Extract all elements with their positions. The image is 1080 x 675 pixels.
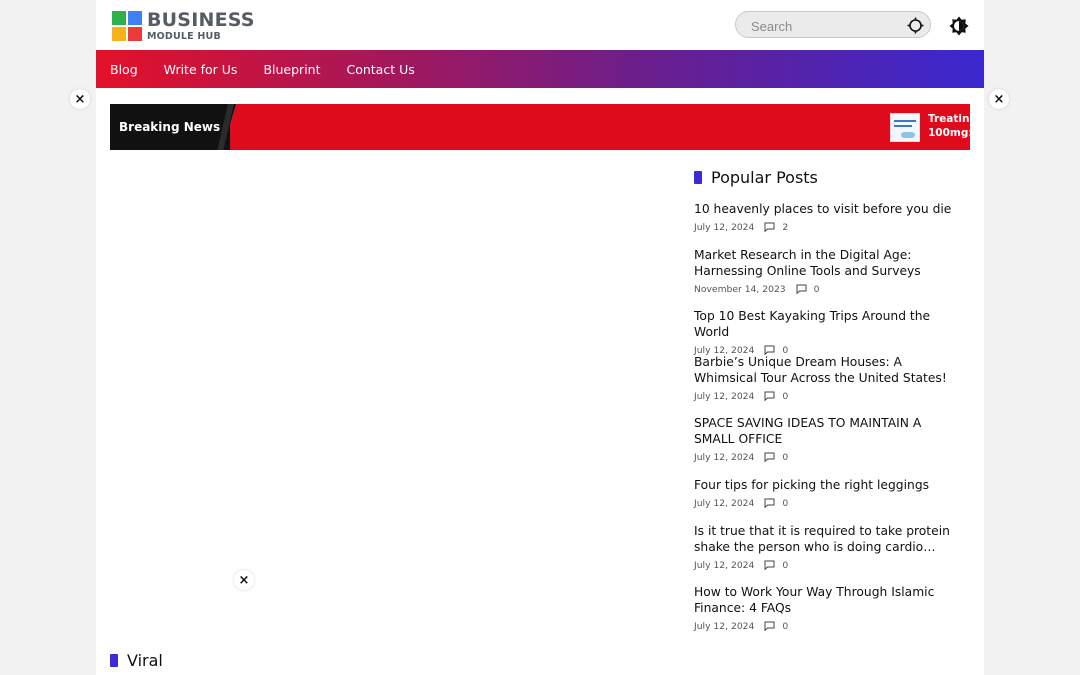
post-title-link[interactable]: SPACE SAVING IDEAS TO MAINTAIN A SMALL O… <box>694 415 964 447</box>
search-input[interactable] <box>749 16 903 36</box>
close-ad-right-button[interactable]: × <box>989 89 1009 109</box>
post-date: July 12, 2024 <box>694 390 755 402</box>
comment-icon <box>764 222 775 232</box>
popular-post-item: Top 10 Best Kayaking Trips Around the Wo… <box>694 308 964 357</box>
post-date: July 12, 2024 <box>694 221 755 233</box>
ticker-line-1: Treating <box>928 113 970 125</box>
nav-item-write-for-us[interactable]: Write for Us <box>164 62 238 77</box>
post-title-link[interactable]: How to Work Your Way Through Islamic Fin… <box>694 584 964 616</box>
logo-mark-icon <box>112 10 143 42</box>
post-date: July 12, 2024 <box>694 497 755 509</box>
post-comment-count[interactable]: 2 <box>782 222 788 233</box>
logo-text-line1: BUSINESS <box>147 8 255 31</box>
post-comment-count[interactable]: 0 <box>782 391 788 402</box>
post-title-link[interactable]: Four tips for picking the right leggings <box>694 477 964 493</box>
search-box <box>735 11 931 38</box>
search-icon[interactable] <box>907 17 924 34</box>
post-title-link[interactable]: 10 heavenly places to visit before you d… <box>694 201 964 217</box>
nav-item-blueprint[interactable]: Blueprint <box>263 62 320 77</box>
comment-icon <box>764 452 775 462</box>
ticker-thumbnail[interactable] <box>890 113 920 142</box>
main-nav: Blog Write for Us Blueprint Contact Us <box>96 50 984 88</box>
popular-post-item: 10 heavenly places to visit before you d… <box>694 201 964 234</box>
post-comment-count[interactable]: 0 <box>782 498 788 509</box>
popular-post-item: Market Research in the Digital Age: Harn… <box>694 247 964 296</box>
comment-icon <box>764 621 775 631</box>
comment-icon <box>764 560 775 570</box>
popular-post-item: How to Work Your Way Through Islamic Fin… <box>694 584 964 633</box>
ticker-headline[interactable]: Treating 100mg: V <box>928 112 970 142</box>
close-ad-bottom-button[interactable]: × <box>234 570 254 590</box>
popular-posts-heading: Popular Posts <box>694 168 818 187</box>
nav-item-contact-us[interactable]: Contact Us <box>346 62 414 77</box>
post-title-link[interactable]: Is it true that it is required to take p… <box>694 523 964 555</box>
post-date: July 12, 2024 <box>694 559 755 571</box>
viral-heading: Viral <box>110 651 163 670</box>
ticker-line-2: 100mg: V <box>928 127 970 139</box>
post-date: July 12, 2024 <box>694 620 755 632</box>
post-comment-count[interactable]: 0 <box>782 621 788 632</box>
post-title-link[interactable]: Market Research in the Digital Age: Harn… <box>694 247 964 279</box>
close-ad-left-button[interactable]: × <box>70 89 90 109</box>
comment-icon <box>764 391 775 401</box>
popular-posts-title: Popular Posts <box>711 168 818 187</box>
post-title-link[interactable]: Top 10 Best Kayaking Trips Around the Wo… <box>694 308 964 340</box>
heading-accent-bar <box>110 654 118 667</box>
popular-post-item: Barbie’s Unique Dream Houses: A Whimsica… <box>694 354 964 403</box>
heading-accent-bar <box>694 171 702 184</box>
nav-item-blog[interactable]: Blog <box>110 62 138 77</box>
popular-post-item: Is it true that it is required to take p… <box>694 523 964 572</box>
page: BUSINESS MODULE HUB Blog Write for Us Bl… <box>96 0 984 675</box>
post-title-link[interactable]: Barbie’s Unique Dream Houses: A Whimsica… <box>694 354 964 386</box>
theme-toggle-icon[interactable] <box>949 16 969 36</box>
breaking-news-bar: Breaking News Treating 100mg: V <box>110 104 970 150</box>
comment-icon <box>764 498 775 508</box>
post-comment-count[interactable]: 0 <box>814 284 820 295</box>
comment-icon <box>796 284 807 294</box>
post-comment-count[interactable]: 0 <box>782 560 788 571</box>
post-date: November 14, 2023 <box>694 283 786 295</box>
popular-post-item: SPACE SAVING IDEAS TO MAINTAIN A SMALL O… <box>694 415 964 464</box>
breaking-news-label: Breaking News <box>110 104 230 150</box>
popular-post-item: Four tips for picking the right leggings… <box>694 477 964 510</box>
viral-title: Viral <box>127 651 163 670</box>
site-logo[interactable]: BUSINESS MODULE HUB <box>112 10 255 42</box>
logo-text-line2: MODULE HUB <box>147 30 221 42</box>
post-date: July 12, 2024 <box>694 451 755 463</box>
post-comment-count[interactable]: 0 <box>782 452 788 463</box>
